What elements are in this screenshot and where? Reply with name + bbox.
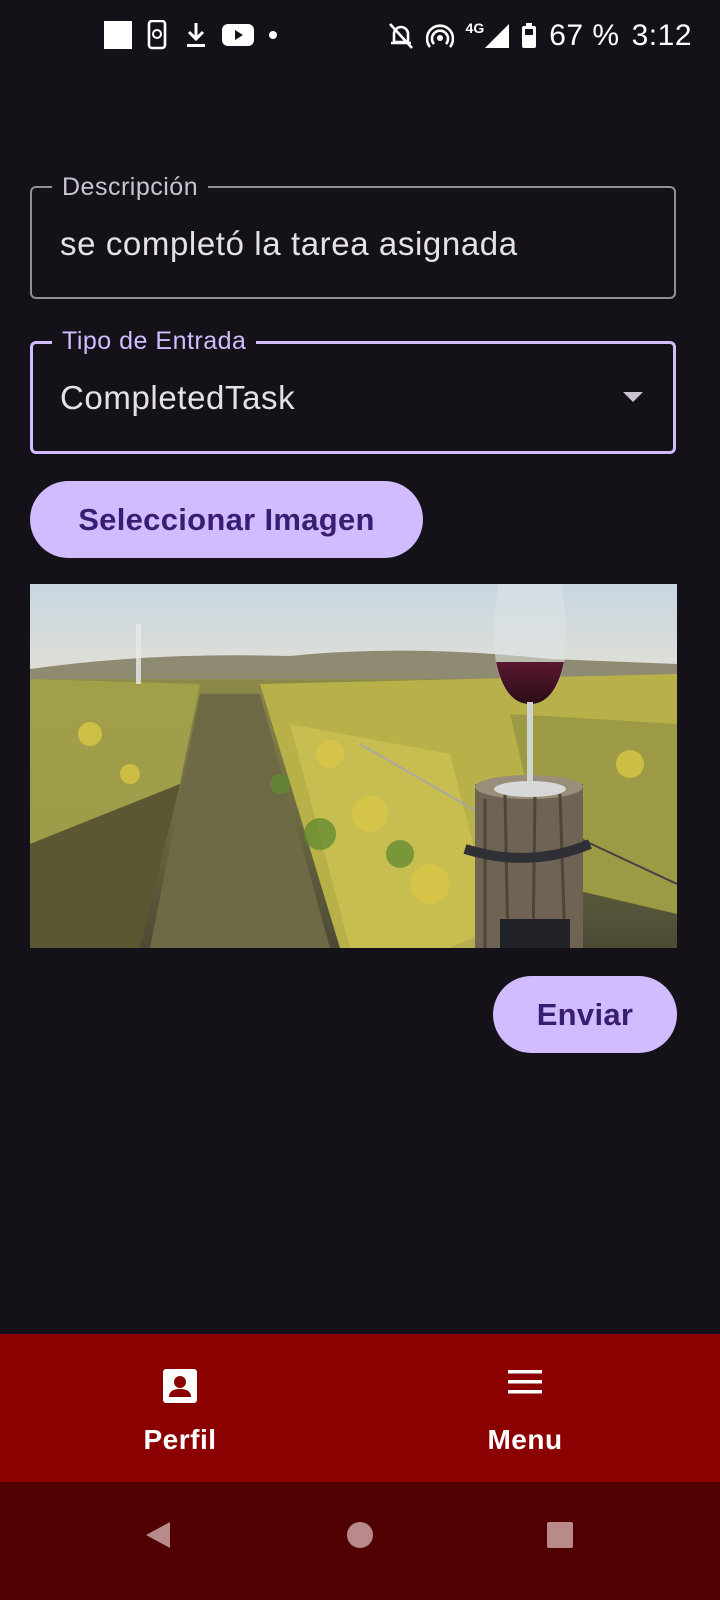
status-notification-icons bbox=[104, 20, 278, 50]
entry-type-dropdown[interactable]: Tipo de Entrada CompletedTask bbox=[30, 325, 676, 454]
home-icon[interactable] bbox=[346, 1520, 374, 1555]
battery-percentage: 67 % bbox=[549, 19, 620, 52]
signal-icon: 4G bbox=[466, 20, 510, 48]
selected-image-preview bbox=[30, 584, 677, 948]
entry-type-selected-value[interactable]: CompletedTask bbox=[60, 378, 295, 418]
nav-item-menu[interactable]: Menu bbox=[345, 1334, 705, 1482]
download-icon bbox=[184, 21, 208, 49]
hotspot-icon bbox=[425, 23, 454, 49]
status-system-icons: 4G 67 % 3:12 bbox=[388, 16, 692, 56]
notifications-off-icon bbox=[388, 22, 414, 50]
square-notification-icon bbox=[104, 21, 132, 49]
description-field[interactable]: Descripción se completó la tarea asignad… bbox=[30, 171, 676, 299]
nav-item-profile[interactable]: Perfil bbox=[0, 1334, 360, 1482]
profile-icon bbox=[162, 1368, 198, 1409]
dot-icon bbox=[268, 30, 278, 40]
clock-time: 3:12 bbox=[631, 19, 692, 52]
status-bar: 4G 67 % 3:12 bbox=[0, 0, 720, 74]
youtube-icon bbox=[222, 23, 254, 47]
phone-sync-icon bbox=[146, 20, 170, 50]
system-navigation-bar bbox=[0, 1482, 720, 1600]
description-label: Descripción bbox=[52, 171, 209, 203]
recents-icon[interactable] bbox=[546, 1520, 574, 1555]
select-image-button[interactable]: Seleccionar Imagen bbox=[30, 481, 423, 558]
entry-type-label: Tipo de Entrada bbox=[52, 325, 257, 357]
bottom-navigation: Perfil Menu bbox=[0, 1334, 720, 1482]
send-button[interactable]: Enviar bbox=[493, 976, 677, 1053]
network-type-text: 4G bbox=[465, 20, 485, 36]
nav-label-menu: Menu bbox=[487, 1424, 563, 1455]
description-input-value[interactable]: se completó la tarea asignada bbox=[60, 224, 518, 264]
nav-label-profile: Perfil bbox=[143, 1424, 217, 1455]
dropdown-arrow-icon[interactable] bbox=[623, 391, 643, 409]
back-icon[interactable] bbox=[144, 1520, 172, 1555]
menu-icon bbox=[507, 1368, 543, 1401]
battery-icon bbox=[521, 23, 537, 49]
